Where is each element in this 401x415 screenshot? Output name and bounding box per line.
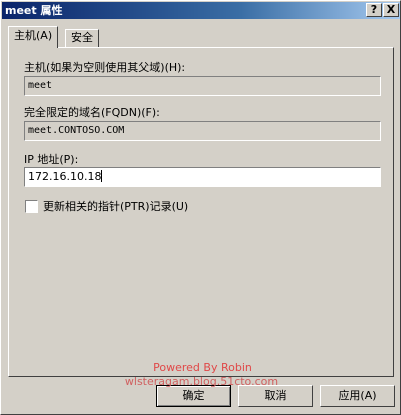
properties-dialog: meet 属性 ? X 主机(A) 安全 主机(如果为空则使用其父域)(H): …: [0, 0, 401, 415]
close-button[interactable]: X: [383, 3, 399, 17]
help-button[interactable]: ?: [366, 3, 382, 17]
ip-label: IP 地址(P):: [24, 153, 79, 166]
cancel-button[interactable]: 取消: [238, 385, 313, 407]
close-icon: X: [386, 3, 396, 16]
title-bar[interactable]: meet 属性 ? X: [2, 2, 400, 19]
watermark-line2: wlsteragam.blog.51cto.com: [124, 375, 279, 388]
update-ptr-label[interactable]: 更新相关的指针(PTR)记录(U): [43, 200, 188, 213]
tab-security[interactable]: 安全: [65, 29, 99, 48]
window-title: meet 属性: [5, 4, 63, 17]
text-cursor: [101, 170, 103, 182]
update-ptr-checkbox[interactable]: [25, 200, 38, 213]
host-field[interactable]: meet: [24, 76, 381, 96]
fqdn-label: 完全限定的域名(FQDN)(F):: [24, 106, 160, 119]
help-icon: ?: [370, 3, 378, 16]
tab-panel-host: 主机(如果为空则使用其父域)(H): meet 完全限定的域名(FQDN)(F)…: [8, 47, 394, 377]
ok-button[interactable]: 确定: [156, 385, 231, 407]
watermark-line1: Powered By Robin: [153, 361, 252, 374]
host-label: 主机(如果为空则使用其父域)(H):: [24, 61, 186, 74]
ip-address-input[interactable]: 172.16.10.18: [24, 167, 381, 187]
ip-address-value: 172.16.10.18: [28, 170, 102, 183]
fqdn-field[interactable]: meet.CONTOSO.COM: [24, 121, 381, 141]
tab-host[interactable]: 主机(A): [8, 26, 59, 48]
apply-button[interactable]: 应用(A): [320, 385, 395, 407]
